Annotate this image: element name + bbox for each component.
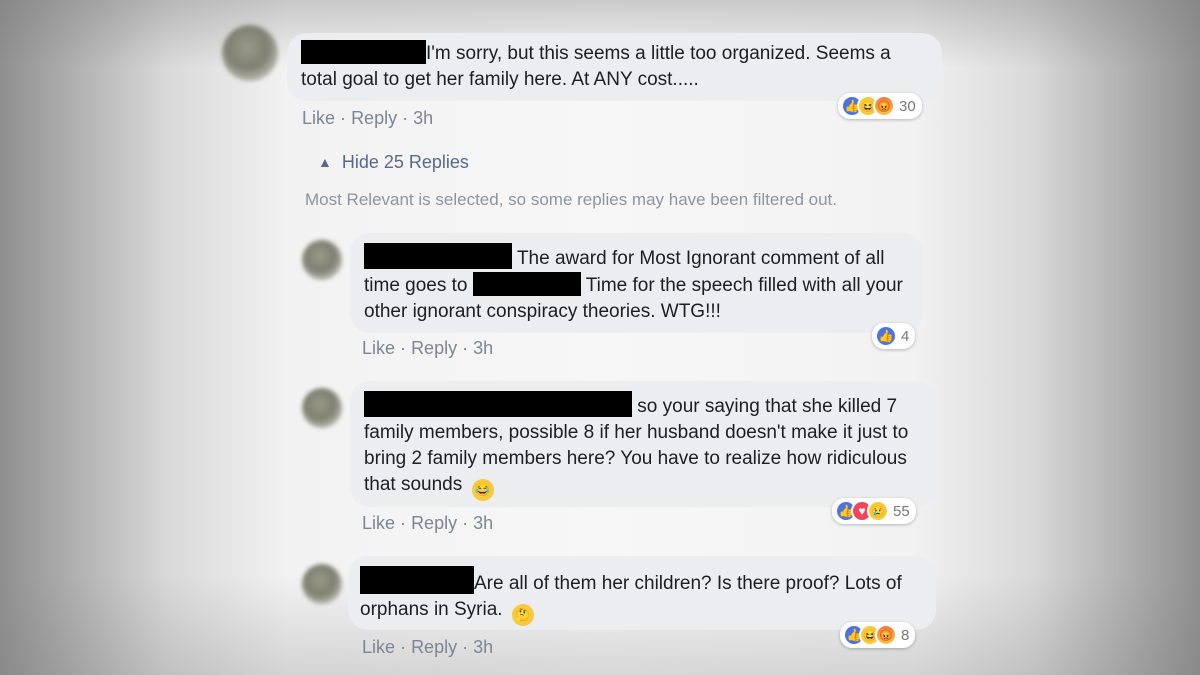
- reply-link[interactable]: Reply: [411, 338, 457, 358]
- hide-replies-button[interactable]: ▲ Hide 25 Replies: [318, 152, 469, 173]
- separator: ·: [400, 513, 407, 533]
- filter-notice: Most Relevant is selected, so some repli…: [305, 190, 837, 209]
- angry-icon: 😡: [875, 624, 897, 646]
- redacted-author-name: [301, 40, 426, 64]
- reply-bubble: The award for Most Ignorant comment of a…: [350, 233, 923, 333]
- like-link[interactable]: Like: [362, 637, 395, 657]
- separator: ·: [400, 338, 407, 358]
- reply-actions: Like · Reply · 3h: [362, 637, 493, 658]
- reaction-summary[interactable]: 👍 ♥ 😢 55: [832, 498, 916, 524]
- timestamp[interactable]: 3h: [413, 108, 433, 128]
- like-link[interactable]: Like: [362, 338, 395, 358]
- separator: ·: [462, 338, 469, 358]
- reaction-summary[interactable]: 👍 😆 😡 30: [838, 93, 922, 119]
- reaction-summary[interactable]: 👍 4: [872, 323, 916, 349]
- redacted-mention: [472, 272, 581, 296]
- reply-link[interactable]: Reply: [411, 637, 457, 657]
- redacted-author-name: [364, 391, 632, 417]
- like-link[interactable]: Like: [362, 513, 395, 533]
- like-link[interactable]: Like: [302, 108, 335, 128]
- avatar[interactable]: [222, 25, 278, 81]
- timestamp[interactable]: 3h: [473, 513, 493, 533]
- separator: ·: [402, 108, 409, 128]
- avatar[interactable]: [302, 388, 342, 428]
- like-icon: 👍: [875, 325, 897, 347]
- thinking-emoji: 🤔: [511, 604, 534, 626]
- separator: ·: [462, 637, 469, 657]
- timestamp[interactable]: 3h: [473, 637, 493, 657]
- redacted-author-name: [360, 566, 474, 594]
- avatar[interactable]: [302, 240, 342, 280]
- comment-actions: Like · Reply · 3h: [302, 108, 433, 129]
- reaction-count: 4: [901, 327, 910, 345]
- reply-bubble: Are all of them her children? Is there p…: [348, 556, 936, 630]
- hide-replies-label: Hide 25 Replies: [341, 152, 469, 172]
- redacted-author-name: [364, 243, 512, 269]
- reaction-count: 30: [899, 97, 916, 115]
- reply-bubble: so your saying that she killed 7 family …: [350, 381, 937, 507]
- reply-link[interactable]: Reply: [351, 108, 397, 128]
- chevron-up-icon: ▲: [318, 153, 332, 170]
- sad-icon: 😢: [867, 500, 889, 522]
- reaction-count: 8: [901, 626, 910, 644]
- timestamp[interactable]: 3h: [473, 338, 493, 358]
- reply-actions: Like · Reply · 3h: [362, 513, 493, 534]
- separator: ·: [340, 108, 347, 128]
- reaction-summary[interactable]: 👍 😆 😡 8: [840, 622, 916, 648]
- separator: ·: [400, 637, 407, 657]
- reply-link[interactable]: Reply: [411, 513, 457, 533]
- separator: ·: [462, 513, 469, 533]
- avatar[interactable]: [302, 564, 342, 604]
- laughing-crying-emoji: 😂: [471, 479, 494, 501]
- reaction-count: 55: [893, 502, 910, 520]
- reply-actions: Like · Reply · 3h: [362, 338, 493, 359]
- comment-bubble: I'm sorry, but this seems a little too o…: [287, 33, 942, 101]
- angry-icon: 😡: [873, 95, 895, 117]
